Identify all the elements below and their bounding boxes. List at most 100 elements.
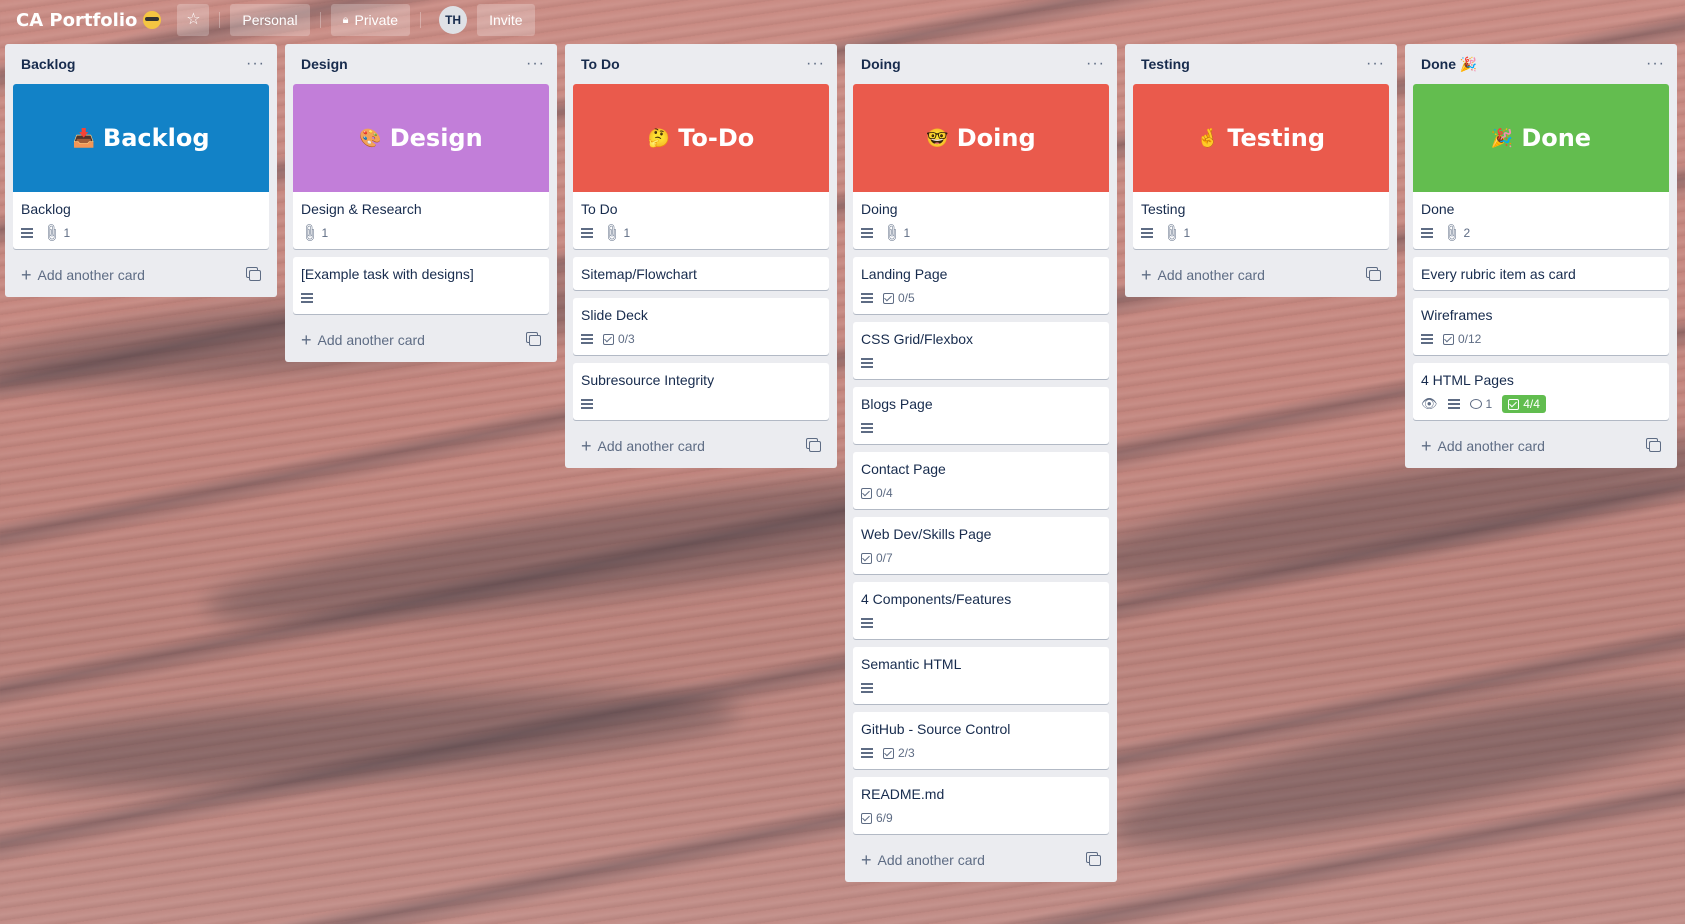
privacy-button[interactable]: 🔒︎ Private — [330, 4, 411, 36]
card-body: CSS Grid/Flexbox — [853, 322, 1109, 379]
list-menu-icon[interactable]: ··· — [1366, 56, 1385, 72]
card[interactable]: Sitemap/Flowchart — [573, 257, 829, 290]
card[interactable]: 🤔 To-Do To Do 📎︎ 1 — [573, 84, 829, 249]
card[interactable]: GitHub - Source Control 2/3 — [853, 712, 1109, 769]
divider — [219, 12, 221, 28]
card[interactable]: Contact Page 0/4 — [853, 452, 1109, 509]
card[interactable]: Slide Deck 0/3 — [573, 298, 829, 355]
team-visibility-button[interactable]: Personal — [230, 4, 310, 36]
list-backlog: Backlog ··· 📥 Backlog Backlog 📎︎ 1 + Add another… — [5, 44, 277, 297]
card[interactable]: Landing Page 0/5 — [853, 257, 1109, 314]
description-badge — [1447, 399, 1460, 409]
list-title[interactable]: To Do — [581, 56, 620, 72]
card-template-icon[interactable] — [1089, 854, 1101, 866]
attachments-badge: 📎︎ 1 — [40, 222, 70, 244]
paperclip-icon: 📎︎ — [298, 221, 321, 244]
description-icon — [861, 228, 873, 238]
add-card-button[interactable]: + Add another card — [1413, 428, 1669, 464]
card[interactable]: 🎨 Design Design & Research 📎︎ 1 — [293, 84, 549, 249]
card-cover: 🤞 Testing — [1133, 84, 1389, 192]
add-card-button[interactable]: + Add another card — [293, 322, 549, 358]
list-menu-icon[interactable]: ··· — [1086, 56, 1105, 72]
card-badges: 📎︎ 1 — [21, 222, 261, 244]
card-template-icon[interactable] — [809, 440, 821, 452]
list-title[interactable]: Design — [301, 56, 348, 72]
card[interactable]: 4 Components/Features — [853, 582, 1109, 639]
list-header: Doing ··· — [853, 44, 1109, 84]
cover-emoji-icon: 📥 — [72, 127, 95, 149]
member-avatar[interactable]: TH — [439, 6, 468, 34]
card-body: Contact Page 0/4 — [853, 452, 1109, 509]
list-menu-icon[interactable]: ··· — [1646, 56, 1665, 72]
comment-icon — [1469, 399, 1482, 409]
card[interactable]: 🤓 Doing Doing 📎︎ 1 — [853, 84, 1109, 249]
card[interactable]: 📥 Backlog Backlog 📎︎ 1 — [13, 84, 269, 249]
card-title: README.md — [861, 786, 945, 802]
add-card-left: + Add another card — [861, 851, 985, 869]
card-badges: 6/9 — [861, 808, 1101, 828]
card[interactable]: Wireframes 0/12 — [1413, 298, 1669, 355]
card[interactable]: 🎉 Done Done 📎︎ 2 — [1413, 84, 1669, 249]
card-title: Wireframes — [1421, 307, 1493, 323]
list-title[interactable]: Testing — [1141, 56, 1190, 72]
list-menu-icon[interactable]: ··· — [806, 56, 825, 72]
description-icon — [581, 228, 593, 238]
add-card-button[interactable]: + Add another card — [13, 257, 269, 293]
list-done: Done 🎉 ··· 🎉 Done Done 📎︎ 2 Every rubric item a… — [1405, 44, 1677, 468]
plus-icon: + — [581, 436, 592, 456]
card-badges: 0/4 — [861, 483, 1101, 503]
card-title: [Example task with designs] — [301, 266, 474, 282]
card-badges: 📎︎ 1 — [1141, 222, 1381, 244]
card-title: Testing — [1141, 201, 1186, 217]
card[interactable]: README.md 6/9 — [853, 777, 1109, 834]
description-icon — [1141, 228, 1153, 238]
card[interactable]: 🤞 Testing Testing 📎︎ 1 — [1133, 84, 1389, 249]
add-card-button[interactable]: + Add another card — [1133, 257, 1389, 293]
card-template-icon[interactable] — [1369, 269, 1381, 281]
card[interactable]: Semantic HTML — [853, 647, 1109, 704]
card[interactable]: CSS Grid/Flexbox — [853, 322, 1109, 379]
card[interactable]: Blogs Page — [853, 387, 1109, 444]
card[interactable]: Web Dev/Skills Page 0/7 — [853, 517, 1109, 574]
list-title[interactable]: Backlog — [21, 56, 75, 72]
add-card-button[interactable]: + Add another card — [573, 428, 829, 464]
card-badges: 0/5 — [861, 288, 1101, 308]
add-card-label: Add another card — [1157, 267, 1265, 283]
add-card-label: Add another card — [877, 852, 985, 868]
divider — [420, 12, 422, 28]
list-menu-icon[interactable]: ··· — [246, 56, 265, 72]
checklist-icon — [883, 292, 894, 304]
list-menu-icon[interactable]: ··· — [526, 56, 545, 72]
paperclip-icon: 📎︎ — [40, 221, 63, 244]
watch-icon: 👁︎ — [1421, 396, 1438, 411]
cover-emoji-icon: 🎨 — [359, 127, 382, 149]
card-badges: 0/7 — [861, 548, 1101, 568]
card-cover: 🎉 Done — [1413, 84, 1669, 192]
star-board-button[interactable]: ☆ — [177, 4, 210, 36]
card[interactable]: 4 HTML Pages 👁︎ 1 4/4 — [1413, 363, 1669, 420]
card-template-icon[interactable] — [1649, 440, 1661, 452]
card-body: Web Dev/Skills Page 0/7 — [853, 517, 1109, 574]
card-body: Done 📎︎ 2 — [1413, 192, 1669, 249]
card-title: Doing — [861, 201, 898, 217]
card-template-icon[interactable] — [529, 334, 541, 346]
card[interactable]: Subresource Integrity — [573, 363, 829, 420]
board-title[interactable]: CA Portfolio — [16, 10, 162, 31]
list-header: Design ··· — [293, 44, 549, 84]
card[interactable]: [Example task with designs] — [293, 257, 549, 314]
card[interactable]: Every rubric item as card — [1413, 257, 1669, 290]
card-badges — [861, 353, 1101, 373]
add-card-button[interactable]: + Add another card — [853, 842, 1109, 878]
description-badge — [861, 358, 873, 368]
cover-label: Design — [389, 124, 483, 152]
list-title[interactable]: Done 🎉 — [1421, 56, 1477, 73]
card-template-icon[interactable] — [249, 269, 261, 281]
attachments-count: 1 — [903, 226, 911, 240]
description-icon — [861, 423, 873, 433]
invite-button[interactable]: Invite — [477, 4, 535, 36]
description-icon — [861, 683, 873, 693]
checklist-progress: 2/3 — [898, 746, 915, 760]
list-title[interactable]: Doing — [861, 56, 901, 72]
card-title: Every rubric item as card — [1421, 266, 1576, 282]
card-body: Sitemap/Flowchart — [573, 257, 829, 290]
